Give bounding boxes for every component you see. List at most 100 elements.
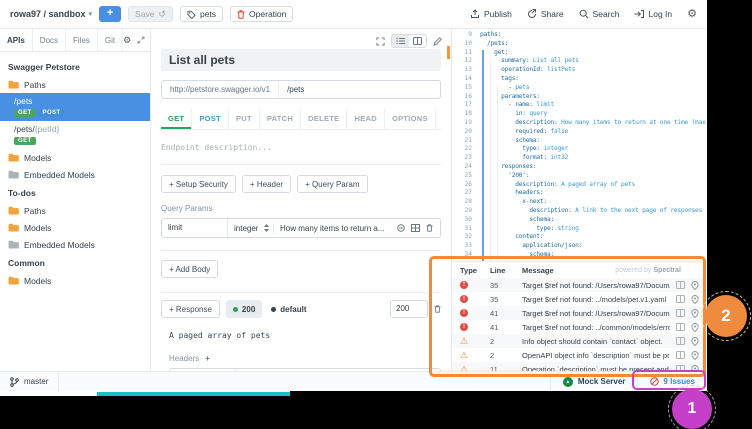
- tree-section-header: Swagger Petstore: [8, 62, 80, 72]
- param-type-select[interactable]: integer: [228, 223, 274, 233]
- delete-operation-button[interactable]: Operation: [230, 6, 294, 22]
- add-response-header-button[interactable]: +: [205, 354, 210, 363]
- add-button[interactable]: +: [99, 6, 122, 22]
- issue-row[interactable]: ! 35 Target $ref not found: ../models/pet.…: [452, 292, 707, 306]
- response-tab-200[interactable]: 200: [225, 300, 263, 318]
- issue-message: Target $ref not found: /Users/rowa97/Doc…: [522, 280, 670, 290]
- share-button[interactable]: Share: [527, 9, 564, 19]
- error-icon: !: [460, 281, 468, 289]
- issue-row[interactable]: ⚠ 11 Operation `description` must be prese…: [452, 362, 707, 371]
- response-tab-default[interactable]: default: [264, 300, 313, 318]
- method-badge: POST: [38, 109, 65, 117]
- other-properties-icon[interactable]: [411, 224, 420, 232]
- response-code-tabs: 200 default: [225, 300, 314, 318]
- goto-line-pin-icon[interactable]: [691, 280, 699, 290]
- sidebar-path-item[interactable]: /pets/{petId} GET: [0, 121, 150, 149]
- sidebar-path-item[interactable]: /pets GET POST: [0, 93, 150, 121]
- endpoint-description-input[interactable]: Endpoint description...: [161, 143, 441, 152]
- endpoint-url[interactable]: http://petstore.swagger.io/v1 /pets: [161, 80, 441, 99]
- goto-line-pin-icon[interactable]: [691, 350, 699, 360]
- app-window: rowa97 / sandbox ▾ + Save ↺ pets Operati…: [0, 0, 707, 391]
- param-name-input[interactable]: limit: [162, 219, 228, 237]
- mock-server-button[interactable]: ▲ Mock Server: [549, 372, 638, 391]
- required-toggle-icon[interactable]: [397, 224, 405, 232]
- setup-security-button[interactable]: + Setup Security: [161, 175, 236, 193]
- goto-line-pin-icon[interactable]: [691, 336, 699, 346]
- compare-view-icon[interactable]: [676, 323, 685, 331]
- line-number: 30: [464, 215, 472, 223]
- search-button[interactable]: Search: [579, 9, 619, 19]
- method-tab-delete[interactable]: DELETE: [301, 109, 348, 129]
- method-tab-post[interactable]: POST: [192, 109, 229, 129]
- endpoint-title[interactable]: List all pets: [161, 49, 441, 71]
- method-tab-put[interactable]: PUT: [229, 109, 260, 129]
- annotation-step-1: 1: [668, 385, 716, 429]
- panel-view-controls: [376, 34, 442, 48]
- response-code-input[interactable]: 200: [390, 300, 428, 318]
- expand-panel-icon[interactable]: [137, 36, 145, 44]
- sidebar-folder-item[interactable]: Embedded Models: [0, 166, 150, 183]
- add-response-button[interactable]: + Response: [161, 300, 220, 318]
- header-name-input[interactable]: x-next: [170, 369, 236, 371]
- sidebar-folder-item[interactable]: Paths: [0, 202, 150, 219]
- url-path-input[interactable]: /pets: [279, 85, 312, 94]
- add-body-button[interactable]: + Add Body: [161, 260, 219, 278]
- goto-line-pin-icon[interactable]: [691, 294, 699, 304]
- method-tab-options[interactable]: OPTIONS: [385, 109, 436, 129]
- issue-row[interactable]: ⚠ 2 OpenAPI object info `description` must…: [452, 348, 707, 362]
- sidebar-settings-gear-icon[interactable]: ⚙: [123, 35, 131, 46]
- method-tab-trace[interactable]: TRACE: [436, 109, 441, 129]
- status-dot: [271, 306, 277, 312]
- issue-row[interactable]: ⚠ 2 Info object should contain `contact` o…: [452, 334, 707, 348]
- add-header-button[interactable]: + Header: [241, 175, 292, 193]
- sidebar-tab-files[interactable]: Files: [66, 29, 98, 51]
- split-view-button[interactable]: [409, 35, 426, 47]
- yaml-value: List all pets: [529, 57, 579, 65]
- issues-count-button[interactable]: 9 Issues: [637, 372, 707, 391]
- sidebar-folder-item[interactable]: Models: [0, 149, 150, 166]
- issues-header: Type Line Message powered by Spectral: [452, 262, 707, 278]
- yaml-key: get:: [480, 48, 509, 56]
- workspace-switcher[interactable]: rowa97 / sandbox ▾: [10, 9, 92, 19]
- response-description-input[interactable]: A paged array of pets: [169, 331, 441, 340]
- goto-line-pin-icon[interactable]: [691, 308, 699, 318]
- yaml-key: type:: [480, 145, 540, 153]
- delete-response-icon[interactable]: [434, 305, 441, 313]
- undo-icon[interactable]: ↺: [158, 9, 166, 20]
- issue-row[interactable]: ! 41 Target $ref not found: /Users/rowa97/…: [452, 306, 707, 320]
- method-tab-head[interactable]: HEAD: [347, 109, 385, 129]
- endpoint-panel: List all pets http://petstore.swagger.io…: [151, 29, 452, 371]
- form-view-button[interactable]: [392, 35, 409, 47]
- sidebar-tab-git[interactable]: Git: [98, 29, 124, 51]
- compare-view-icon[interactable]: [676, 309, 685, 317]
- method-tab-patch[interactable]: PATCH: [260, 109, 302, 129]
- tag-pets-button[interactable]: pets: [179, 6, 224, 22]
- sidebar-tab-docs[interactable]: Docs: [33, 29, 67, 51]
- delete-param-icon[interactable]: [426, 224, 433, 232]
- save-button[interactable]: Save ↺: [128, 6, 173, 22]
- issue-row[interactable]: ! 41 Target $ref not found: ../common/mode…: [452, 320, 707, 334]
- code-editor[interactable]: 9 paths: 10 /pets: 11 get: 12 summary: List …: [452, 29, 707, 261]
- compare-view-icon[interactable]: [676, 337, 685, 345]
- add-query-param-button[interactable]: + Query Param: [297, 175, 368, 193]
- compare-view-icon[interactable]: [676, 281, 685, 289]
- publish-button[interactable]: Publish: [470, 9, 512, 19]
- sidebar-folder-item[interactable]: Embedded Models: [0, 236, 150, 253]
- sidebar-folder-item[interactable]: Models: [0, 272, 150, 289]
- form-view-icon: [396, 37, 405, 45]
- goto-line-pin-icon[interactable]: [691, 322, 699, 332]
- sidebar-folder-item[interactable]: Models: [0, 219, 150, 236]
- sidebar-tab-apis[interactable]: APIs: [0, 29, 33, 51]
- sidebar-folder-item[interactable]: Paths: [0, 76, 150, 93]
- param-description-input[interactable]: How many items to return a...: [274, 224, 390, 233]
- compare-view-icon[interactable]: [676, 351, 685, 359]
- login-button[interactable]: Log In: [634, 9, 672, 19]
- settings-gear-icon[interactable]: ⚙: [687, 8, 697, 20]
- edit-pencil-icon[interactable]: [433, 36, 442, 46]
- issue-row[interactable]: ! 35 Target $ref not found: /Users/rowa97/…: [452, 278, 707, 292]
- fullscreen-icon[interactable]: [376, 36, 385, 46]
- compare-view-icon[interactable]: [676, 295, 685, 303]
- git-branch-selector[interactable]: master: [0, 372, 60, 391]
- yaml-key: -: [480, 83, 512, 91]
- method-tab-get[interactable]: GET: [161, 109, 193, 129]
